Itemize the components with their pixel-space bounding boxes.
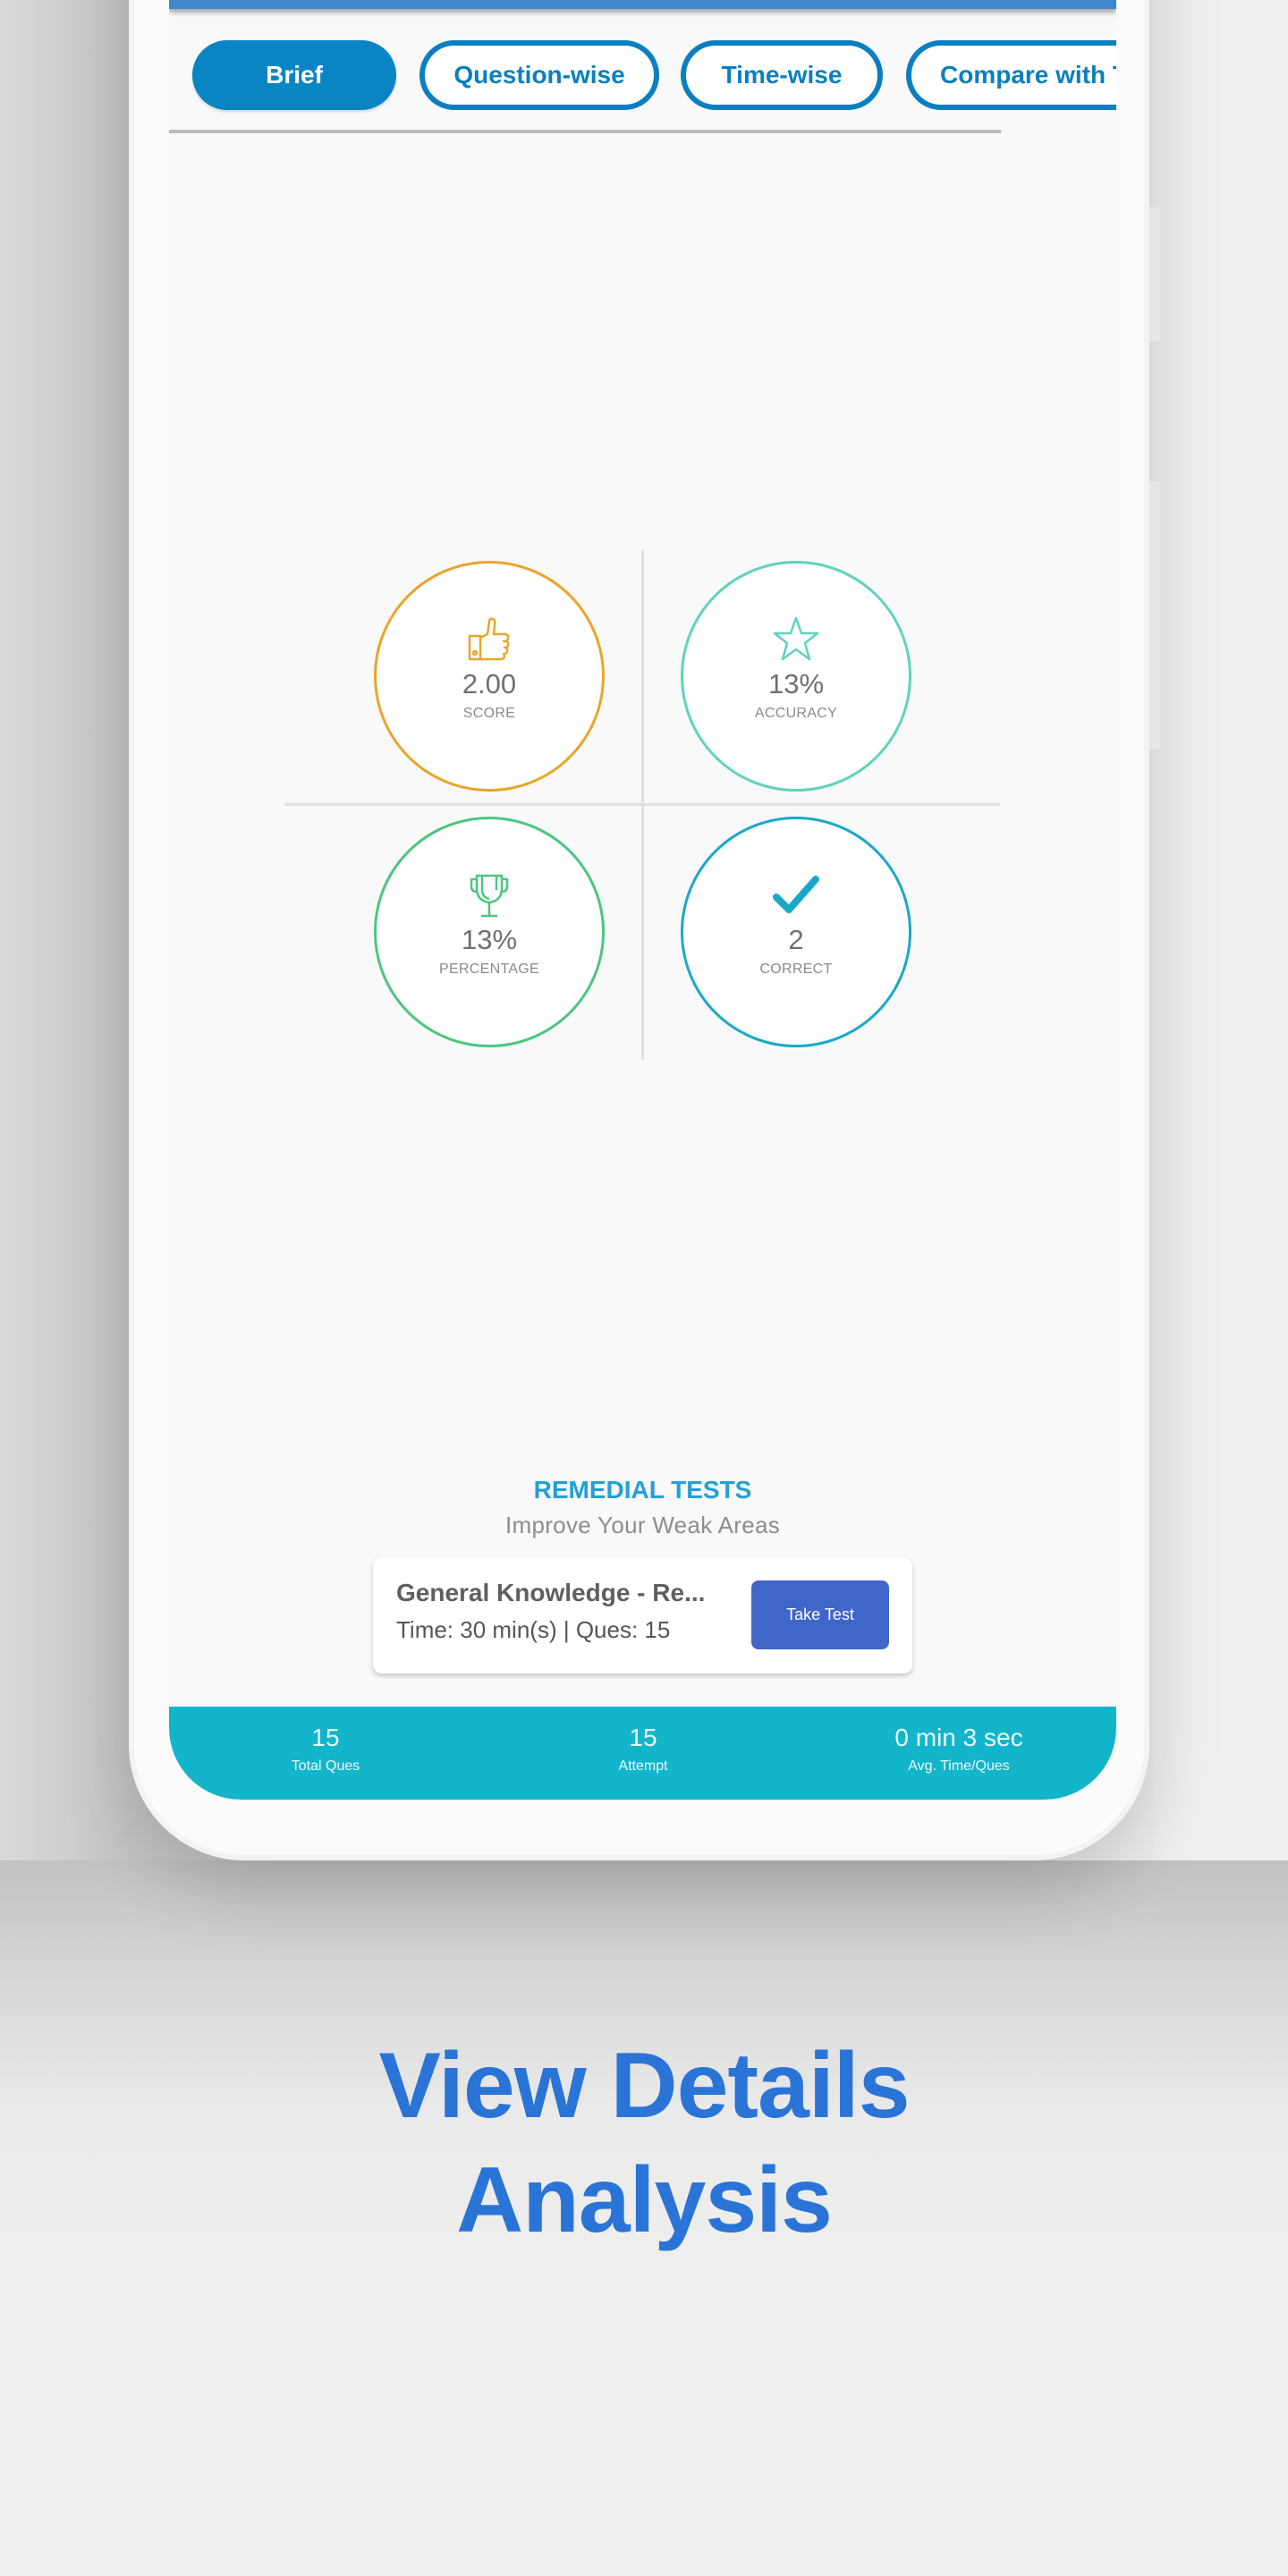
percentage-label: PERCENTAGE (438, 962, 540, 977)
stat-percentage: 13% PERCENTAGE (374, 817, 605, 1047)
remedial-tests-subtitle: Improve Your Weak Areas (504, 1512, 781, 1538)
tab-brief[interactable]: Brief (192, 40, 396, 110)
stats-grid: 2.00 SCORE 13% ACCURACY 13% PERCENTAGE 2… (284, 550, 1000, 1060)
star-icon (773, 616, 819, 661)
tab-compare-with-toppers[interactable]: Compare with T (906, 40, 1116, 110)
grid-divider-horizontal (284, 803, 1000, 806)
remedial-test-title: General Knowledge - Re... (396, 1579, 706, 1606)
take-test-label: Take Test (786, 1606, 854, 1623)
stat-accuracy: 13% ACCURACY (681, 561, 911, 792)
summary-attempt: 15 Attempt (509, 1723, 777, 1775)
accuracy-label: ACCURACY (754, 706, 838, 721)
tab-question-wise[interactable]: Question-wise (419, 40, 659, 110)
tab-label: Brief (266, 61, 323, 89)
tab-time-wise[interactable]: Time-wise (681, 40, 883, 110)
summary-avg-time: 0 min 3 sec Avg. Time/Ques (825, 1723, 1093, 1775)
thumbs-up-icon (468, 617, 510, 661)
avg-time-value: 0 min 3 sec (894, 1724, 1023, 1751)
remedial-tests-title: REMEDIAL TESTS (533, 1476, 752, 1504)
stat-correct: 2 CORRECT (681, 817, 911, 1047)
headline-line-2: Analysis (456, 2148, 833, 2252)
accuracy-value: 13% (767, 668, 825, 699)
attempt-value: 15 (629, 1724, 657, 1751)
tab-label: Compare with T (940, 61, 1116, 89)
app-header-bar (169, 0, 1116, 9)
correct-label: CORRECT (759, 962, 833, 977)
promo-headline: View Details Analysis (0, 2029, 1288, 2258)
take-test-button[interactable]: Take Test (751, 1580, 889, 1649)
score-label: SCORE (462, 706, 516, 721)
remedial-test-card[interactable]: General Knowledge - Re... Time: 30 min(s… (373, 1557, 912, 1674)
headline-line-1: View Details (378, 2034, 910, 2138)
trophy-icon (470, 874, 509, 918)
phone-power-button (1149, 481, 1160, 750)
phone-volume-button (1149, 208, 1160, 342)
tabs-divider (169, 130, 1001, 133)
remedial-test-meta: Time: 30 min(s) | Ques: 15 (396, 1616, 671, 1643)
correct-value: 2 (788, 924, 804, 955)
stat-score: 2.00 SCORE (374, 561, 605, 792)
checkmark-icon (773, 876, 819, 913)
percentage-value: 13% (461, 924, 518, 955)
total-questions-value: 15 (311, 1724, 340, 1751)
tab-label: Time-wise (721, 61, 843, 89)
analysis-tabs: Brief Question-wise Time-wise Compare wi… (192, 40, 1116, 110)
background-right (1154, 0, 1288, 1860)
summary-total-questions: 15 Total Ques (191, 1723, 460, 1775)
total-questions-caption: Total Ques (291, 1758, 360, 1774)
attempt-caption: Attempt (618, 1758, 668, 1774)
app-screen: Brief Question-wise Time-wise Compare wi… (169, 0, 1116, 1800)
score-value: 2.00 (462, 668, 517, 699)
summary-bar: 15 Total Ques 15 Attempt 0 min 3 sec Avg… (169, 1707, 1116, 1800)
tab-label: Question-wise (453, 61, 625, 89)
avg-time-caption: Avg. Time/Ques (908, 1758, 1010, 1774)
